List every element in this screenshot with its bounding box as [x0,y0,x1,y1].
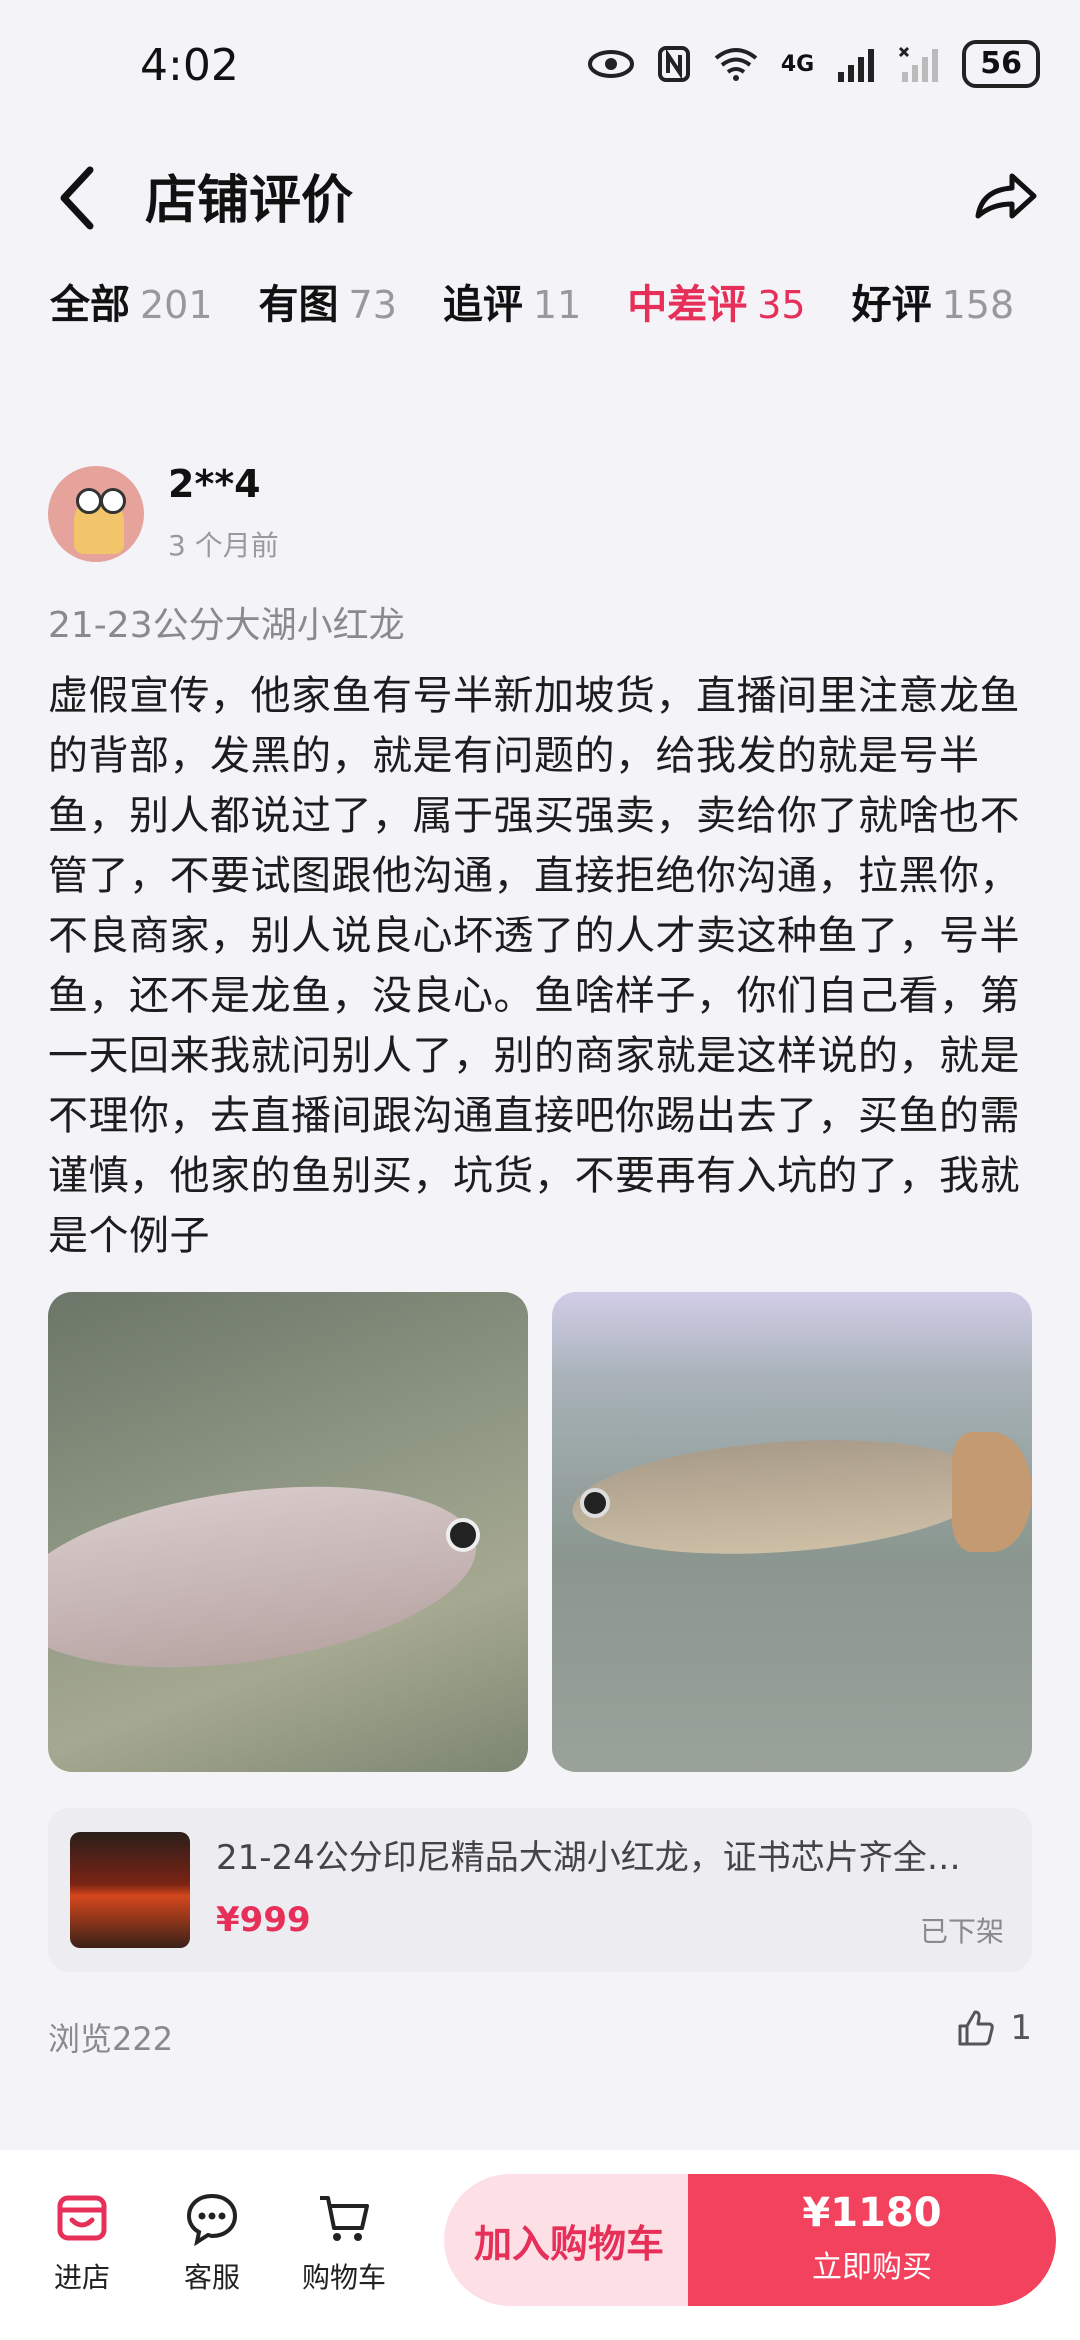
review-photo-1[interactable] [48,1292,528,1772]
wifi-icon [714,48,758,81]
status-icons: 4G 56 [587,40,1040,88]
review-time: 3 个月前 [168,529,279,562]
fish-tail [952,1432,1032,1552]
product-name: 21-24公分印尼精品大湖小红龙，证书芯片齐全… [216,1838,961,1878]
avatar[interactable] [48,466,144,562]
tab-with-images-label: 有图 [258,282,339,328]
product-thumbnail [70,1832,190,1948]
signal-icon [838,49,875,82]
tab-negative-label: 中差评 [627,282,748,328]
back-arrow-icon[interactable] [50,158,110,238]
cart-button[interactable]: 购物车 [294,2190,394,2296]
thumbs-up-icon [958,2010,995,2046]
add-to-cart-button[interactable]: 加入购物车 [444,2174,694,2306]
cart-label: 购物车 [301,2261,386,2294]
linked-product-card[interactable]: 21-24公分印尼精品大湖小红龙，证书芯片齐全… ¥999 已下架 [48,1808,1032,1972]
tab-all[interactable]: 全部 201 [50,272,213,330]
buy-now-button[interactable]: ¥1180 立即购买 [688,2174,1056,2306]
review-photo-2[interactable] [552,1292,1032,1772]
review-card: 2**4 3 个月前 21-23公分大湖小红龙 虚假宣传，他家鱼有号半新加坡货，… [0,420,1080,2130]
review-filter-tabs: 全部 201 有图 73 追评 11 中差评 35 好评 158 [50,272,1014,330]
page-title: 店铺评价 [145,171,354,231]
store-icon [57,2195,107,2241]
tab-negative-count: 35 [757,283,806,327]
network-label: 4G [780,51,815,77]
tab-follow-up-label: 追评 [442,282,523,328]
purchased-spec: 21-23公分大湖小红龙 [48,605,405,646]
buy-label: 立即购买 [812,2250,932,2285]
status-bar: 4:02 4G 56 [0,0,1080,140]
tab-positive-count: 158 [941,283,1015,327]
tab-all-label: 全部 [50,282,130,328]
fish-eye [446,1518,480,1552]
view-count: 浏览222 [48,2020,174,2058]
tab-all-count: 201 [140,283,213,327]
fish-shape [568,1427,996,1567]
avatar-eye-left [76,488,102,514]
chat-bubble-icon [186,2193,238,2247]
nfc-icon [657,46,690,82]
like-button[interactable]: 1 [956,2008,1032,2048]
fish-shape [48,1460,488,1694]
product-price: ¥999 [216,1900,311,1940]
buy-price: ¥1180 [802,2190,942,2236]
store-label: 进店 [53,2261,110,2294]
tab-with-images-count: 73 [348,283,397,327]
service-label: 客服 [183,2261,240,2294]
bottom-action-bar: 进店 客服 购物车 加入购物车 ¥1180 立即购买 [0,2150,1080,2340]
share-icon[interactable] [970,162,1040,232]
fish-eye [580,1488,610,1518]
avatar-eye-right [100,488,126,514]
battery-indicator: 56 [962,40,1040,88]
tab-positive-label: 好评 [851,282,932,328]
tab-negative[interactable]: 中差评 35 [627,272,805,330]
shopping-cart-icon [320,2196,369,2241]
tab-with-images[interactable]: 有图 73 [259,272,397,330]
product-status: 已下架 [919,1915,1004,1948]
tab-positive[interactable]: 好评 158 [852,272,1015,330]
review-text: 虚假宣传，他家鱼有号半新加坡货，直播间里注意龙鱼的背部，发黑的，就是有问题的，给… [48,673,1020,1259]
reviewer-name: 2**4 [168,462,261,506]
status-time: 4:02 [140,40,239,91]
like-count: 1 [1010,2008,1032,2048]
signal-off-icon [899,46,939,82]
eye-icon [587,50,634,78]
tab-follow-up[interactable]: 追评 11 [443,272,581,330]
tab-follow-up-count: 11 [532,283,582,327]
header: 店铺评价 [0,140,1080,260]
store-button[interactable]: 进店 [32,2190,132,2296]
customer-service-button[interactable]: 客服 [162,2190,262,2296]
